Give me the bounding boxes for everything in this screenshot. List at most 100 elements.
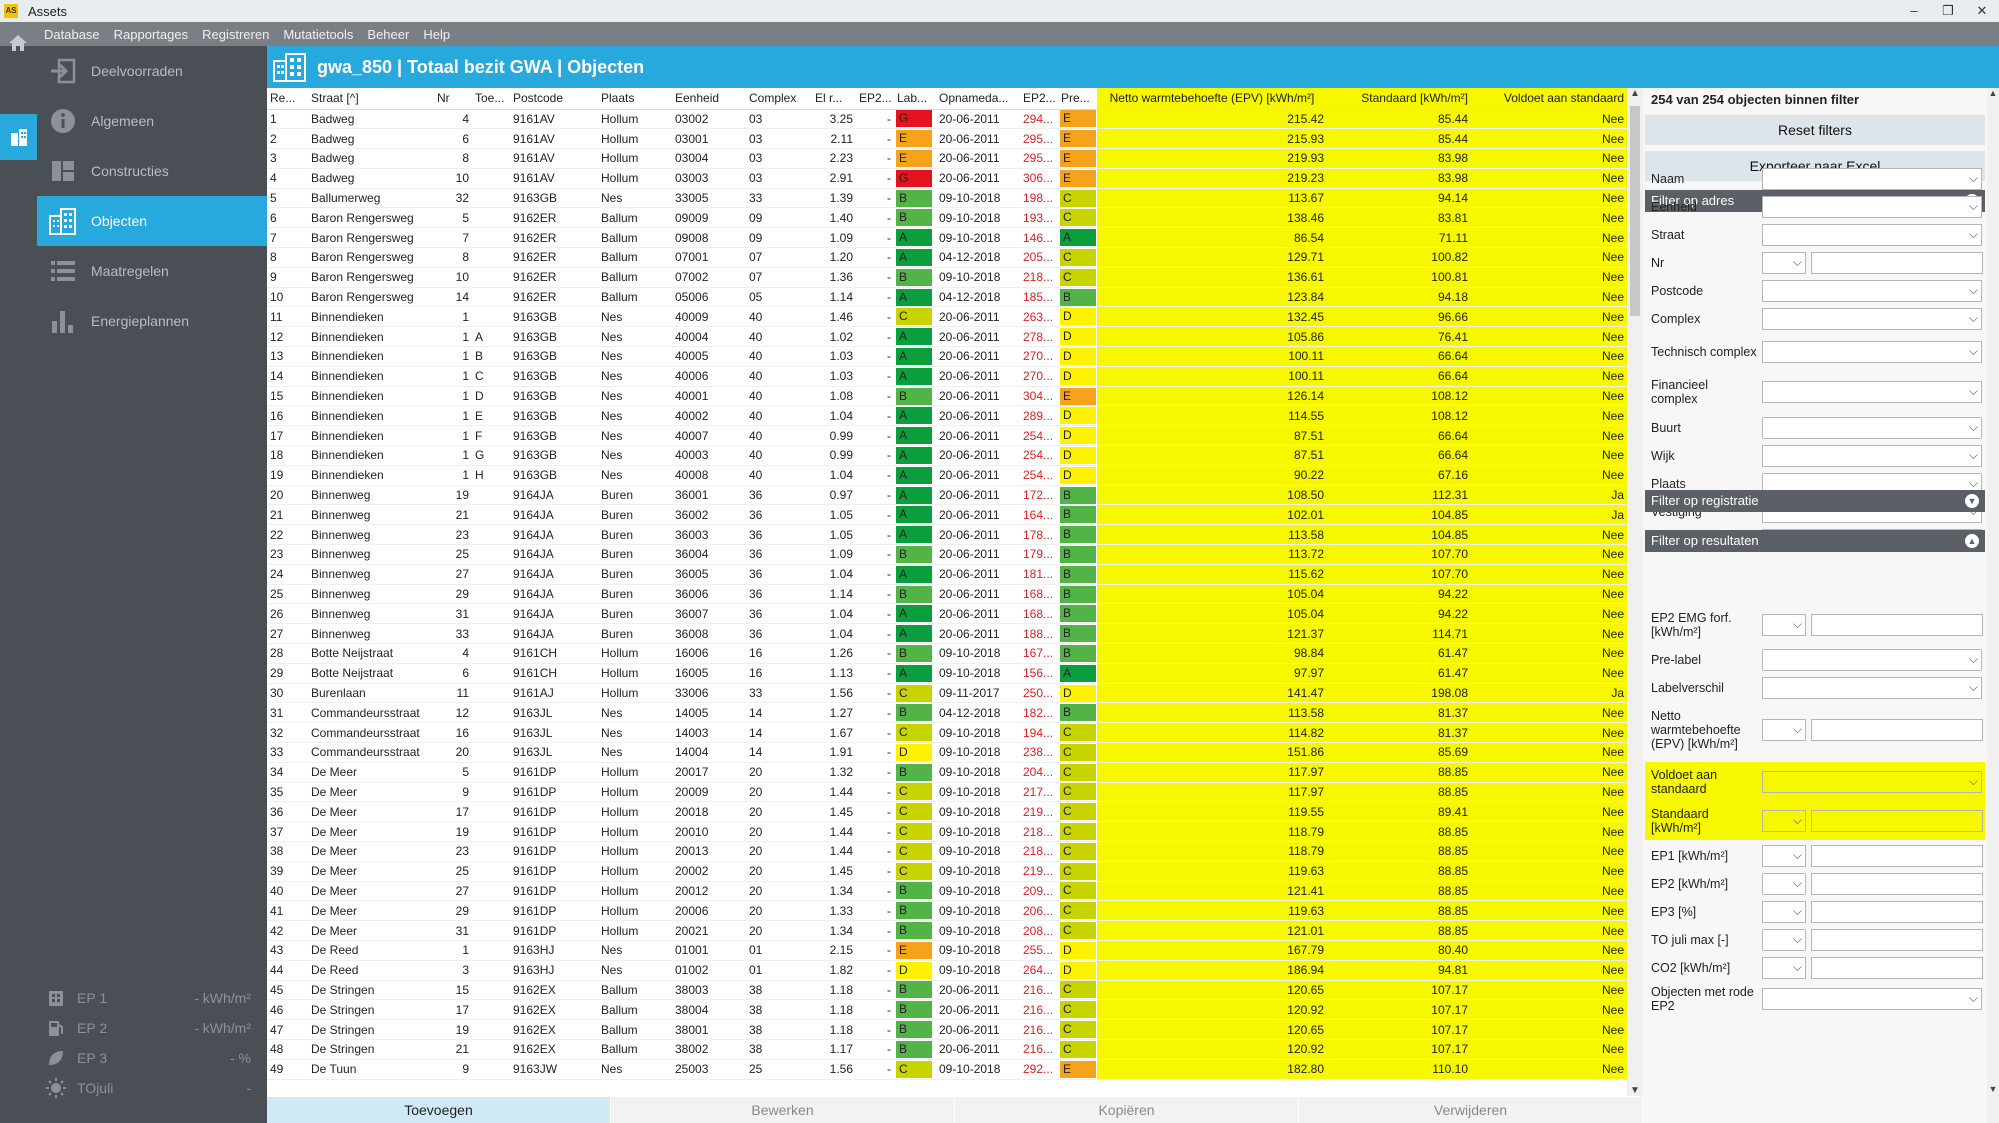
column-header-plaats[interactable]: Plaats bbox=[598, 88, 672, 110]
table-row[interactable]: 39 De Meer 25 9161DP Hollum 20002 20 1.45- C 09-1… bbox=[267, 861, 1627, 882]
delete-button[interactable]: Verwijderen bbox=[1299, 1097, 1643, 1123]
table-row[interactable]: 9 Baron Rengersweg 10 9162ER Ballum 07002 07 1.… bbox=[267, 267, 1627, 288]
column-header-opnamedatum[interactable]: Opnameda... bbox=[936, 88, 1020, 110]
table-row[interactable]: 42 De Meer 31 9161DP Hollum 20021 20 1.34- B 09-1… bbox=[267, 920, 1627, 941]
menu-rapportages[interactable]: Rapportages bbox=[114, 27, 188, 42]
filter-operator-to-juli-max[interactable]: ⌵ bbox=[1762, 929, 1806, 951]
table-row[interactable]: 20 Binnenweg 19 9164JA Buren 36001 36 0.97- A 20-… bbox=[267, 485, 1627, 506]
table-row[interactable]: 45 De Stringen 15 9162EX Ballum 38003 38 1.18- B… bbox=[267, 980, 1627, 1001]
scrollbar-thumb[interactable] bbox=[1630, 106, 1640, 316]
copy-button[interactable]: Kopiëren bbox=[955, 1097, 1299, 1123]
table-row[interactable]: 10 Baron Rengersweg 14 9162ER Ballum 05006 05 1… bbox=[267, 287, 1627, 308]
filter-dropdown-voldoet-aan-standaard[interactable]: ⌵ bbox=[1762, 771, 1982, 793]
column-header-postcode[interactable]: Postcode bbox=[510, 88, 598, 110]
table-row[interactable]: 26 Binnenweg 31 9164JA Buren 36007 36 1.04- A 20-… bbox=[267, 603, 1627, 625]
table-row[interactable]: 15 Binnendieken 1 D 9163GB Nes 40001 40 1.08- B 20… bbox=[267, 386, 1627, 407]
table-row[interactable]: 17 Binnendieken 1 F 9163GB Nes 40007 40 0.99- A 20… bbox=[267, 425, 1627, 447]
table-row[interactable]: 4 Badweg 10 9161AV Hollum 03003 03 2.91- G 20-06-… bbox=[267, 168, 1627, 189]
scroll-up-icon[interactable]: ▲ bbox=[1627, 88, 1643, 99]
column-header-ep2-b[interactable]: EP2... bbox=[1020, 88, 1058, 110]
table-row[interactable]: 6 Baron Rengersweg 5 9162ER Ballum 09009 09 1.4… bbox=[267, 207, 1627, 229]
edit-button[interactable]: Bewerken bbox=[611, 1097, 955, 1123]
table-row[interactable]: 23 Binnenweg 25 9164JA Buren 36004 36 1.09- B 20-… bbox=[267, 544, 1627, 565]
filter-input-nr[interactable] bbox=[1811, 252, 1983, 274]
maximize-icon[interactable]: ❐ bbox=[1931, 0, 1965, 22]
nav-energieplannen[interactable]: Energieplannen bbox=[37, 296, 267, 346]
nav-algemeen[interactable]: Algemeen bbox=[37, 96, 267, 146]
table-row[interactable]: 3 Badweg 8 9161AV Hollum 03004 03 2.23- E 20-06-2… bbox=[267, 148, 1627, 169]
column-header-complex[interactable]: Complex bbox=[746, 88, 812, 110]
close-icon[interactable]: ✕ bbox=[1965, 0, 1999, 22]
filter-operator-ep3[interactable]: ⌵ bbox=[1762, 901, 1806, 923]
column-header-nr[interactable]: Nr bbox=[434, 88, 472, 110]
table-row[interactable]: 14 Binnendieken 1 C 9163GB Nes 40006 40 1.03- A 20… bbox=[267, 366, 1627, 387]
filter-dropdown-pre-label[interactable]: ⌵ bbox=[1762, 649, 1982, 671]
filter-operator-ep2-emg-forf-kwh-m[interactable]: ⌵ bbox=[1762, 614, 1806, 636]
nav-maatregelen[interactable]: Maatregelen bbox=[37, 246, 267, 296]
filter-operator-standaard-kwh-m[interactable]: ⌵ bbox=[1762, 810, 1806, 832]
column-header-pre-label[interactable]: Pre... bbox=[1058, 88, 1097, 110]
table-row[interactable]: 37 De Meer 19 9161DP Hollum 20010 20 1.44- C 09-1… bbox=[267, 821, 1627, 842]
grid-scrollbar[interactable]: ▲ ▼ bbox=[1627, 88, 1643, 1096]
filter-input-to-juli-max[interactable] bbox=[1811, 929, 1983, 951]
column-header-netto-warmtebehoefte[interactable]: Netto warmtebehoefte (EPV) [kWh/m²] bbox=[1097, 88, 1327, 110]
table-row[interactable]: 2 Badweg 6 9161AV Hollum 03001 03 2.11- E 20-06-2… bbox=[267, 128, 1627, 150]
menu-help[interactable]: Help bbox=[423, 27, 450, 42]
table-row[interactable]: 21 Binnenweg 21 9164JA Buren 36002 36 1.05- A 20-… bbox=[267, 504, 1627, 526]
menu-mutatietools[interactable]: Mutatietools bbox=[283, 27, 353, 42]
table-row[interactable]: 31 Commandeursstraat 12 9163JL Nes 14005 14 1.2… bbox=[267, 702, 1627, 724]
section-filter-registratie[interactable]: Filter op registratie ▼ bbox=[1645, 490, 1985, 512]
filter-input-ep2-emg-forf-kwh-m[interactable] bbox=[1811, 614, 1983, 636]
table-row[interactable]: 47 De Stringen 19 9162EX Ballum 38001 38 1.18- B… bbox=[267, 1019, 1627, 1040]
table-row[interactable]: 7 Baron Rengersweg 7 9162ER Ballum 09008 09 1.0… bbox=[267, 227, 1627, 249]
table-row[interactable]: 30 Burenlaan 11 9161AJ Hollum 33006 33 1.56- C 09… bbox=[267, 683, 1627, 704]
filter-input-standaard-kwh-m[interactable] bbox=[1811, 810, 1983, 832]
add-button[interactable]: Toevoegen bbox=[267, 1097, 611, 1123]
table-row[interactable]: 33 Commandeursstraat 20 9163JL Nes 14004 14 1.9… bbox=[267, 742, 1627, 763]
filter-operator-ep1-kwh-m[interactable]: ⌵ bbox=[1762, 845, 1806, 867]
table-row[interactable]: 27 Binnenweg 33 9164JA Buren 36008 36 1.04- A 20-… bbox=[267, 623, 1627, 645]
filter-input-netto-warmtebehoefte-epv-kwh-m[interactable] bbox=[1811, 719, 1983, 741]
filter-dropdown-naam[interactable]: ⌵ bbox=[1762, 168, 1982, 190]
filter-operator-ep2-kwh-m[interactable]: ⌵ bbox=[1762, 873, 1806, 895]
table-row[interactable]: 28 Botte Neijstraat 4 9161CH Hollum 16006 16 1.… bbox=[267, 643, 1627, 664]
filter-dropdown-objecten-met-rode-ep2[interactable]: ⌵ bbox=[1762, 988, 1982, 1010]
reset-filters-button[interactable]: Reset filters bbox=[1645, 115, 1985, 145]
filter-dropdown-complex[interactable]: ⌵ bbox=[1762, 308, 1982, 330]
filter-operator-co2-kwh-m[interactable]: ⌵ bbox=[1762, 957, 1806, 979]
table-row[interactable]: 25 Binnenweg 29 9164JA Buren 36006 36 1.14- B 20-… bbox=[267, 584, 1627, 605]
filter-dropdown-buurt[interactable]: ⌵ bbox=[1762, 417, 1982, 439]
nav-objecten[interactable]: Objecten bbox=[37, 196, 267, 246]
column-header-ep2-a[interactable]: EP2... bbox=[856, 88, 894, 110]
table-row[interactable]: 36 De Meer 17 9161DP Hollum 20018 20 1.45- C 09-1… bbox=[267, 801, 1627, 823]
filter-input-ep3[interactable] bbox=[1811, 901, 1983, 923]
table-row[interactable]: 11 Binnendieken 1 9163GB Nes 40009 40 1.46- C 20-… bbox=[267, 306, 1627, 328]
menu-beheer[interactable]: Beheer bbox=[367, 27, 409, 42]
table-row[interactable]: 34 De Meer 5 9161DP Hollum 20017 20 1.32- B 09-10… bbox=[267, 762, 1627, 783]
table-row[interactable]: 38 De Meer 23 9161DP Hollum 20013 20 1.44- C 09-1… bbox=[267, 841, 1627, 862]
menu-registreren[interactable]: Registreren bbox=[202, 27, 269, 42]
filter-operator-netto-warmtebehoefte-epv-kwh-m[interactable]: ⌵ bbox=[1762, 719, 1806, 741]
column-header-voldoet[interactable]: Voldoet aan standaard bbox=[1471, 88, 1627, 110]
table-row[interactable]: 48 De Stringen 21 9162EX Ballum 38002 38 1.17- B… bbox=[267, 1039, 1627, 1060]
filter-input-ep1-kwh-m[interactable] bbox=[1811, 845, 1983, 867]
collapse-icon[interactable]: ▲ bbox=[1965, 534, 1979, 548]
filter-dropdown-financieel-complex[interactable]: ⌵ bbox=[1762, 381, 1982, 403]
filter-dropdown-eenheid[interactable]: ⌵ bbox=[1762, 196, 1982, 218]
filter-input-co2-kwh-m[interactable] bbox=[1811, 957, 1983, 979]
filter-dropdown-postcode[interactable]: ⌵ bbox=[1762, 280, 1982, 302]
table-row[interactable]: 12 Binnendieken 1 A 9163GB Nes 40004 40 1.02- A 20… bbox=[267, 326, 1627, 348]
column-header-straat[interactable]: Straat [^] bbox=[308, 88, 434, 110]
table-row[interactable]: 13 Binnendieken 1 B 9163GB Nes 40005 40 1.03- A 20… bbox=[267, 346, 1627, 367]
table-row[interactable]: 43 De Reed 1 9163HJ Nes 01001 01 2.15- E 09-10-20… bbox=[267, 940, 1627, 961]
section-filter-resultaten[interactable]: Filter op resultaten ▲ bbox=[1645, 530, 1985, 552]
filter-dropdown-wijk[interactable]: ⌵ bbox=[1762, 445, 1982, 467]
column-header-regel[interactable]: Re... bbox=[267, 88, 308, 110]
nav-deelvoorraden[interactable]: Deelvoorraden bbox=[37, 46, 267, 96]
table-row[interactable]: 5 Ballumerweg 32 9163GB Nes 33005 33 1.39- B 09-1… bbox=[267, 188, 1627, 209]
scroll-down-icon[interactable]: ▼ bbox=[1987, 1084, 1999, 1094]
table-row[interactable]: 1 Badweg 4 9161AV Hollum 03002 03 3.25- G 20-06-2… bbox=[267, 109, 1627, 130]
column-header-label[interactable]: Lab... bbox=[894, 88, 936, 110]
column-header-standaard[interactable]: Standaard [kWh/m²] bbox=[1327, 88, 1471, 110]
table-row[interactable]: 8 Baron Rengersweg 8 9162ER Ballum 07001 07 1.2… bbox=[267, 247, 1627, 268]
